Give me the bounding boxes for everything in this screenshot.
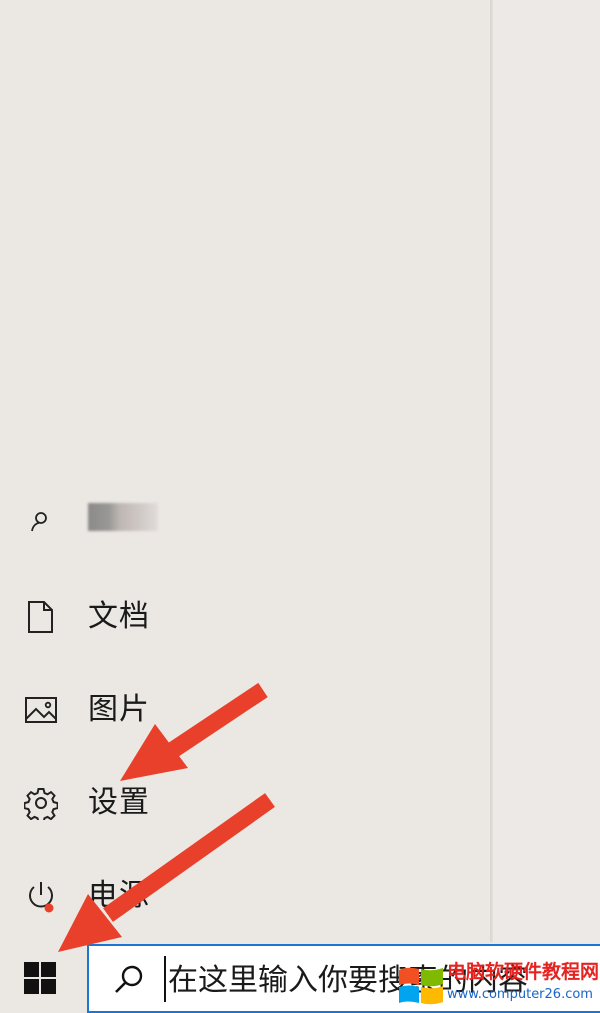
start-button[interactable] bbox=[0, 942, 86, 1013]
user-account-row[interactable] bbox=[0, 498, 490, 548]
menu-item-label: 电源 bbox=[88, 878, 150, 913]
watermark-title: 电脑软硬件教程网 bbox=[447, 961, 600, 983]
menu-item-power[interactable]: 电源 bbox=[0, 866, 490, 926]
start-menu: 文档 图片 设置 电源 bbox=[0, 0, 490, 942]
tiles-area bbox=[493, 0, 600, 942]
menu-item-settings[interactable]: 设置 bbox=[0, 773, 490, 833]
watermark: 电脑软硬件教程网 www.computer26.com bbox=[397, 960, 600, 1010]
gear-icon bbox=[24, 788, 58, 820]
user-name bbox=[88, 503, 158, 531]
menu-item-label: 设置 bbox=[88, 785, 150, 820]
document-icon bbox=[28, 601, 53, 633]
user-icon bbox=[31, 512, 47, 532]
windows-logo-icon bbox=[24, 962, 56, 994]
menu-item-label: 图片 bbox=[88, 692, 150, 727]
text-caret bbox=[164, 956, 166, 1002]
watermark-url: www.computer26.com bbox=[447, 987, 593, 1002]
menu-item-label: 文档 bbox=[88, 599, 150, 634]
power-icon bbox=[29, 882, 54, 913]
picture-icon bbox=[25, 697, 57, 723]
menu-item-documents[interactable]: 文档 bbox=[0, 587, 490, 647]
notification-dot bbox=[44, 903, 54, 913]
windows-flag-logo bbox=[399, 967, 443, 1005]
menu-item-pictures[interactable]: 图片 bbox=[0, 680, 490, 740]
search-icon bbox=[115, 965, 143, 993]
